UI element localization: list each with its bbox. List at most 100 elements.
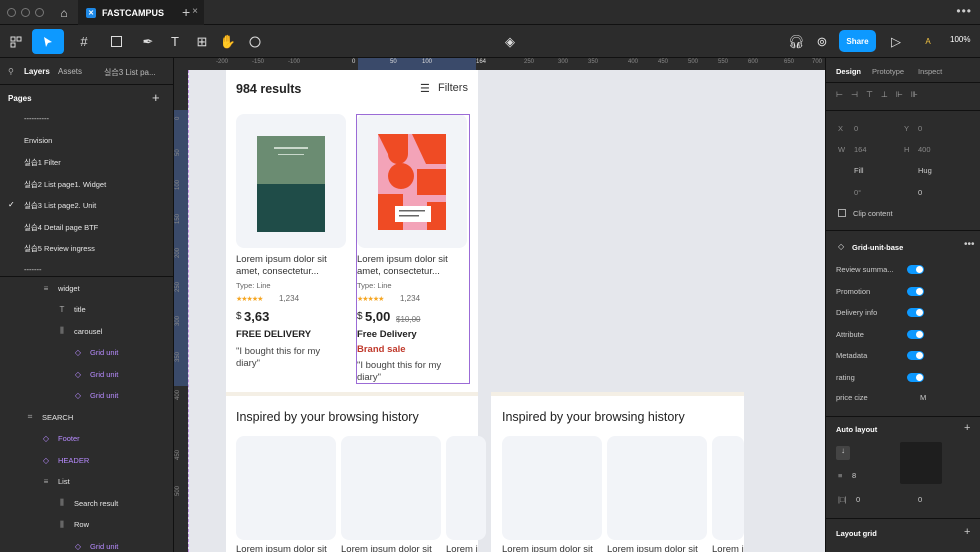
layer-row[interactable]: Ttitle	[56, 304, 86, 316]
filters-button[interactable]: Filters	[438, 82, 468, 94]
resources-icon[interactable]: ⊞	[192, 29, 212, 54]
ruler-tick-label: -200	[216, 59, 229, 65]
page-item[interactable]: 실습4 Detail page BTF	[24, 222, 98, 233]
layer-row[interactable]: ⫼ Row	[56, 519, 89, 531]
property-toggle[interactable]	[907, 372, 924, 382]
shape-tool-icon[interactable]	[102, 29, 130, 54]
layer-row[interactable]: ⫼ Search result	[56, 497, 118, 509]
layer-row[interactable]: ≡ List	[40, 476, 70, 488]
component-name[interactable]: Grid-unit-base	[852, 243, 903, 252]
ruler-tick-label: 550	[718, 59, 729, 65]
page-item[interactable]: 실습5 Review ingress	[24, 243, 95, 254]
window-close-icon[interactable]	[7, 8, 16, 17]
comment-tool-icon[interactable]	[244, 29, 266, 54]
rating-count: 1,234	[279, 294, 300, 303]
tab-design[interactable]: Design	[836, 67, 861, 76]
layer-row[interactable]: ≡ widget	[40, 282, 80, 294]
padding-v-input[interactable]: 0	[918, 495, 922, 504]
history-frame[interactable]: Inspired by your browsing history Lorem …	[491, 392, 744, 552]
layer-row[interactable]: ◇ Footer	[40, 433, 80, 445]
spacing-input[interactable]: 8	[852, 471, 856, 480]
layer-row[interactable]: ◇ HEADER	[40, 454, 89, 466]
price-size-select[interactable]: M	[920, 393, 926, 402]
product-image[interactable]	[236, 114, 346, 248]
page-item[interactable]: ----------	[24, 114, 49, 123]
text-tool-icon[interactable]: T	[166, 29, 184, 54]
more-icon[interactable]: •••	[956, 4, 972, 18]
ruler-tick-label: -100	[288, 59, 301, 65]
property-toggle[interactable]	[907, 351, 924, 360]
new-tab-button[interactable]: +	[182, 4, 190, 20]
h-input[interactable]: 400	[918, 145, 931, 154]
direction-vertical-icon[interactable]: ↓	[836, 446, 850, 460]
history-image[interactable]	[607, 436, 707, 540]
move-tool-icon[interactable]	[32, 29, 64, 54]
layer-row[interactable]: ◇ Grid unit	[72, 347, 118, 359]
ruler-tick-label: 300	[175, 315, 181, 326]
alignment-box[interactable]	[900, 442, 942, 484]
more-options-icon[interactable]: •••	[964, 239, 975, 250]
tab-assets[interactable]: Assets	[58, 67, 82, 76]
library-icon[interactable]: ⊚	[812, 29, 832, 54]
property-toggle[interactable]	[907, 286, 924, 296]
width-fill-select[interactable]: Fill	[854, 166, 864, 175]
radius-input[interactable]: 0	[918, 188, 922, 197]
history-image[interactable]	[712, 436, 744, 540]
page-item[interactable]: 실습1 Filter	[24, 157, 61, 168]
history-image[interactable]	[236, 436, 336, 540]
present-icon[interactable]: ▷	[888, 29, 904, 54]
avatar[interactable]: A	[920, 29, 936, 54]
pen-tool-icon[interactable]: ✒	[134, 29, 162, 54]
layer-row[interactable]: ⫼ carousel	[56, 325, 102, 337]
add-page-button[interactable]: +	[152, 90, 160, 105]
clip-content-checkbox[interactable]	[838, 209, 846, 217]
zoom-level[interactable]: 100%	[950, 35, 970, 44]
list-frame[interactable]: 984 results ☰ Filters Lorem ipsum dolor …	[226, 70, 478, 392]
layer-row[interactable]: ◇ Grid unit	[72, 368, 118, 380]
property-label: Metadata	[836, 351, 868, 360]
tab-prototype[interactable]: Prototype	[872, 67, 904, 76]
window-maximize-icon[interactable]	[35, 8, 44, 17]
page-item[interactable]: 실습3 List page2. Unit	[24, 200, 96, 211]
layer-label: title	[74, 305, 86, 314]
page-selector[interactable]: 실습3 List pa...	[104, 67, 156, 78]
tab-inspect[interactable]: Inspect	[918, 67, 942, 76]
property-toggle[interactable]	[907, 265, 924, 274]
frame-tool-icon[interactable]: #	[70, 29, 98, 54]
tab-layers[interactable]: Layers	[24, 67, 50, 76]
history-image[interactable]	[341, 436, 441, 540]
property-toggle[interactable]	[907, 329, 924, 339]
layer-row[interactable]: ◇ Grid unit	[72, 390, 118, 402]
canvas[interactable]: 984 results ☰ Filters Lorem ipsum dolor …	[188, 70, 825, 552]
rotation-input[interactable]: 0°	[854, 188, 861, 197]
hand-tool-icon[interactable]: ✋	[218, 29, 238, 54]
y-input[interactable]: 0	[918, 124, 922, 133]
auto-layout-add-icon[interactable]: +	[964, 422, 970, 434]
component-swap-icon[interactable]: ◈	[500, 29, 520, 54]
ruler-tick-label: 250	[175, 281, 181, 292]
share-button[interactable]: Share	[839, 30, 876, 52]
layer-row[interactable]: ⌗ SEARCH	[24, 411, 74, 423]
page-item[interactable]: Envision	[24, 136, 52, 145]
property-toggle[interactable]	[907, 308, 924, 317]
close-tab-icon[interactable]: ×	[192, 6, 198, 17]
history-frame[interactable]: Inspired by your browsing history Lorem …	[226, 392, 486, 552]
height-hug-select[interactable]: Hug	[918, 166, 932, 175]
alignment-icons[interactable]: ⊢⊣⊤⊥⊩⊪	[836, 90, 976, 99]
page-item[interactable]: 실습2 List page1. Widget	[24, 179, 106, 190]
search-icon[interactable]: ⚲	[8, 67, 14, 76]
filter-icon[interactable]: ☰	[420, 82, 430, 95]
padding-h-input[interactable]: 0	[856, 495, 860, 504]
layer-row[interactable]: ◇ Grid unit	[72, 540, 118, 552]
home-icon[interactable]: ⌂	[52, 0, 76, 25]
history-image[interactable]	[502, 436, 602, 540]
layout-grid-add-icon[interactable]: +	[964, 526, 970, 538]
window-minimize-icon[interactable]	[21, 8, 30, 17]
page-item[interactable]: -------	[24, 265, 41, 274]
guide-line	[188, 70, 189, 552]
history-image[interactable]	[446, 436, 486, 540]
main-menu-icon[interactable]	[4, 29, 28, 54]
x-input[interactable]: 0	[854, 124, 858, 133]
headphones-icon[interactable]: 🎧︎	[786, 29, 806, 54]
w-input[interactable]: 164	[854, 145, 867, 154]
